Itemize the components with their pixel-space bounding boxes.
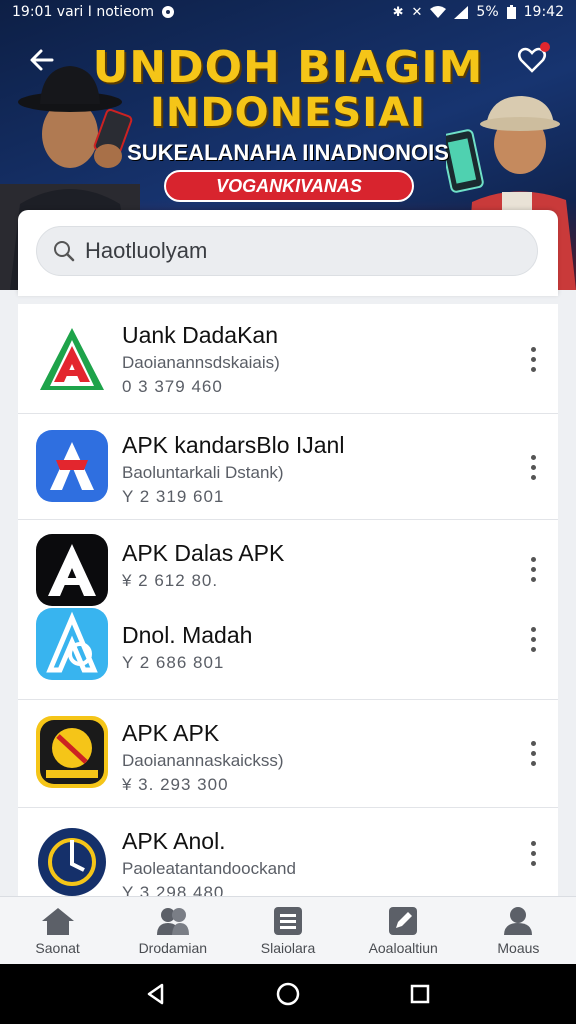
lightblue-a-logo-icon xyxy=(36,608,108,680)
location-icon xyxy=(161,6,174,18)
recents-square-icon[interactable] xyxy=(408,982,432,1006)
nav-label: Moaus xyxy=(497,939,540,956)
more-options-icon[interactable] xyxy=(524,452,542,482)
green-red-a-logo-icon xyxy=(36,324,108,396)
banner-subtitle: SUKEALANAHA IINADNONOIS xyxy=(127,140,449,165)
app-name: APK kandarsBlo IJanl xyxy=(122,432,345,458)
signal-icon xyxy=(454,5,469,19)
blue-a-logo-icon xyxy=(36,430,108,502)
app-meta: ¥ 3. 293 300 xyxy=(122,775,229,794)
list-item[interactable]: APK kandarsBlo IJanl Baoluntarkali Dstan… xyxy=(18,414,558,520)
app-name: APK APK xyxy=(122,720,220,746)
mute-icon: ✕ xyxy=(411,4,423,20)
battery-icon xyxy=(506,5,516,19)
app-description: Daoianannsdskaiais) xyxy=(122,353,280,372)
nav-item-edit[interactable]: Aoaloaltiun xyxy=(346,897,461,964)
nav-item-list[interactable]: Slaiolara xyxy=(230,897,345,964)
list-item[interactable]: APK Dalas APK ¥ 2 612 80. xyxy=(18,520,558,606)
bottom-navigation: Saonat Drodamian Slaiolara Aoaloaltiun M… xyxy=(0,896,576,964)
black-a-logo-icon xyxy=(36,534,108,606)
people-icon xyxy=(156,907,189,935)
more-options-icon[interactable] xyxy=(524,344,542,374)
navy-circle-logo-icon xyxy=(36,824,108,896)
system-navigation-bar xyxy=(0,964,576,1024)
more-options-icon[interactable] xyxy=(524,554,542,584)
list-icon xyxy=(274,906,302,935)
status-time-right: 19:42 xyxy=(523,4,564,20)
more-options-icon[interactable] xyxy=(524,624,542,654)
back-triangle-icon[interactable] xyxy=(144,982,168,1006)
home-icon xyxy=(41,907,74,935)
search-input-value: Haotluolyam xyxy=(85,238,208,263)
profile-icon xyxy=(504,906,533,935)
nav-label: Aoaloaltiun xyxy=(368,939,438,956)
list-item[interactable]: APK Anol. Paoleatantandoockand Y 3 298 4… xyxy=(18,808,558,896)
list-item[interactable]: Dnol. Madah Y 2 686 801 xyxy=(18,600,558,700)
back-arrow-icon[interactable] xyxy=(26,44,58,76)
app-meta: 0 3 379 460 xyxy=(122,377,223,396)
more-options-icon[interactable] xyxy=(524,838,542,868)
app-description: Paoleatantandoockand xyxy=(122,859,296,878)
search-input[interactable]: Haotluolyam xyxy=(36,226,538,276)
status-time-left: 19:01 vari I notieom xyxy=(12,4,154,20)
banner-cta-pill[interactable]: VOGANKIVANAS xyxy=(164,170,414,202)
battery-percent: 5% xyxy=(476,4,499,20)
nav-label: Drodamian xyxy=(138,939,208,956)
app-name: Dnol. Madah xyxy=(122,622,253,648)
app-meta: Y 3 298 480 xyxy=(122,883,225,896)
home-circle-icon[interactable] xyxy=(275,981,301,1007)
status-bar: 19:01 vari I notieom ✱ ✕ 5% 19:42 xyxy=(0,0,576,24)
banner-title-line2: INDONESIAI xyxy=(150,90,426,136)
search-icon xyxy=(54,241,75,262)
more-options-icon[interactable] xyxy=(524,738,542,768)
app-meta: Y 2 686 801 xyxy=(122,653,225,672)
nav-item-home[interactable]: Saonat xyxy=(0,897,115,964)
yellow-badge-logo-icon xyxy=(36,716,108,788)
list-item[interactable]: APK APK Daoianannaskaickss) ¥ 3. 293 300 xyxy=(18,700,558,808)
wifi-icon xyxy=(430,5,447,18)
app-description: Daoianannaskaickss) xyxy=(122,751,284,770)
search-card: Haotluolyam xyxy=(18,210,558,296)
app-name: Uank DadaKan xyxy=(122,322,278,348)
app-meta: Y 2 319 601 xyxy=(122,487,225,506)
nav-item-people[interactable]: Drodamian xyxy=(115,897,230,964)
app-meta: ¥ 2 612 80. xyxy=(122,571,219,590)
app-list: Uank DadaKan Daoianannsdskaiais) 0 3 379… xyxy=(18,304,558,896)
nav-item-profile[interactable]: Moaus xyxy=(461,897,576,964)
edit-icon xyxy=(389,906,418,935)
app-name: APK Dalas APK xyxy=(122,540,285,566)
list-item[interactable]: Uank DadaKan Daoianannsdskaiais) 0 3 379… xyxy=(18,304,558,414)
banner-title-line1: UNDOH BIAGIM xyxy=(92,42,484,93)
nav-label: Saonat xyxy=(35,939,80,956)
notification-dot xyxy=(540,42,550,52)
app-description: Baoluntarkali Dstank) xyxy=(122,463,284,482)
app-name: APK Anol. xyxy=(122,828,226,854)
favorite-heart-icon[interactable] xyxy=(516,42,550,76)
nav-label: Slaiolara xyxy=(260,939,316,956)
bluetooth-icon: ✱ xyxy=(392,4,404,20)
